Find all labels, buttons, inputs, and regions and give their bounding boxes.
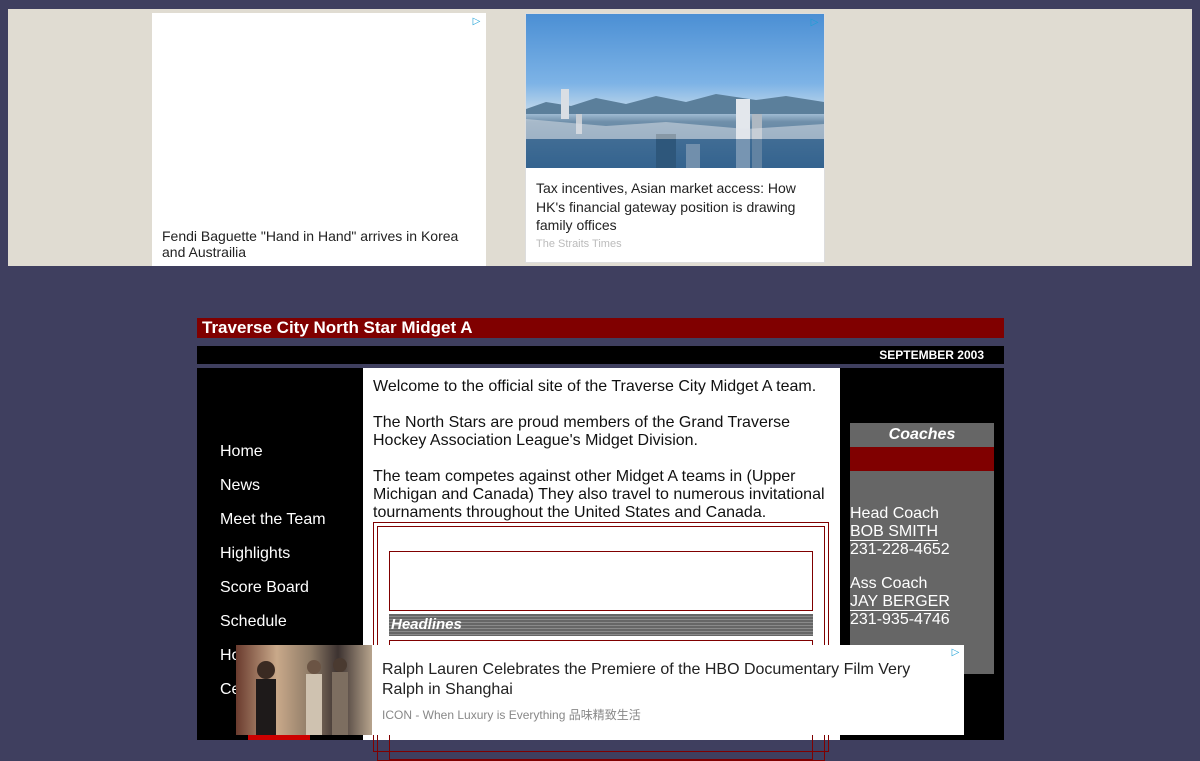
people-image-icon bbox=[256, 658, 348, 735]
welcome-text: Welcome to the official site of the Trav… bbox=[373, 378, 817, 395]
adchoices-icon[interactable]: ▷ bbox=[809, 17, 820, 28]
coach-role: Head Coach bbox=[850, 505, 939, 522]
ad-title[interactable]: Ralph Lauren Celebrates the Premiere of … bbox=[382, 660, 942, 700]
top-ad-band: ▷ Fendi Baguette "Hand in Hand" arrives … bbox=[8, 9, 1192, 266]
headlines-header: Headlines bbox=[389, 614, 813, 636]
coaches-heading: Coaches bbox=[888, 426, 956, 443]
coach-role: Ass Coach bbox=[850, 575, 928, 592]
nav-schedule[interactable]: Schedule bbox=[220, 612, 326, 646]
news-box-top bbox=[389, 551, 813, 611]
bottom-ad-overlay[interactable]: Ralph Lauren Celebrates the Premiere of … bbox=[236, 645, 964, 735]
coach-phone: 231-935-4746 bbox=[850, 611, 950, 628]
nav-score-board[interactable]: Score Board bbox=[220, 578, 326, 612]
nav-news[interactable]: News bbox=[220, 476, 326, 510]
ad-source: The Straits Times bbox=[536, 238, 622, 250]
coaches-strip bbox=[850, 447, 994, 471]
skyline-image-icon bbox=[526, 89, 824, 169]
nav-highlights[interactable]: Highlights bbox=[220, 544, 326, 578]
ad-card-straits-times[interactable]: ▷ Tax incentives, Asian market access: H… bbox=[525, 13, 825, 263]
ad-card-fendi[interactable]: ▷ Fendi Baguette "Hand in Hand" arrives … bbox=[152, 13, 486, 266]
partial-red-element bbox=[248, 735, 310, 740]
head-coach: Head Coach BOB SMITH 231-228-4652 bbox=[850, 505, 950, 559]
members-text: The North Stars are proud members of the… bbox=[373, 414, 791, 449]
nav-home[interactable]: Home bbox=[220, 442, 326, 476]
ad-title[interactable]: Tax incentives, Asian market access: How… bbox=[536, 179, 816, 235]
ad-source: ICON - When Luxury is Everything 品味精致生活 bbox=[382, 708, 641, 722]
ad-photo-people[interactable] bbox=[236, 645, 372, 735]
ad-photo-skyline[interactable]: ▷ bbox=[526, 14, 824, 169]
site-title-bar: Traverse City North Star Midget A bbox=[197, 318, 1004, 338]
ass-coach: Ass Coach JAY BERGER 231-935-4746 bbox=[850, 575, 950, 629]
coaches-panel: Coaches Head Coach BOB SMITH 231-228-465… bbox=[850, 423, 994, 674]
competes-text: The team competes against other Midget A… bbox=[373, 468, 825, 521]
ad-title[interactable]: Fendi Baguette "Hand in Hand" arrives in… bbox=[162, 228, 478, 260]
coach-name-link[interactable]: BOB SMITH bbox=[850, 523, 939, 541]
adchoices-icon[interactable]: ▷ bbox=[471, 16, 482, 27]
coach-phone: 231-228-4652 bbox=[850, 541, 950, 558]
adchoices-icon[interactable]: ▷ bbox=[950, 647, 961, 658]
coach-name-link[interactable]: JAY BERGER bbox=[850, 593, 950, 611]
nav-meet-the-team[interactable]: Meet the Team bbox=[220, 510, 326, 544]
date-bar: SEPTEMBER 2003 bbox=[197, 346, 1004, 364]
